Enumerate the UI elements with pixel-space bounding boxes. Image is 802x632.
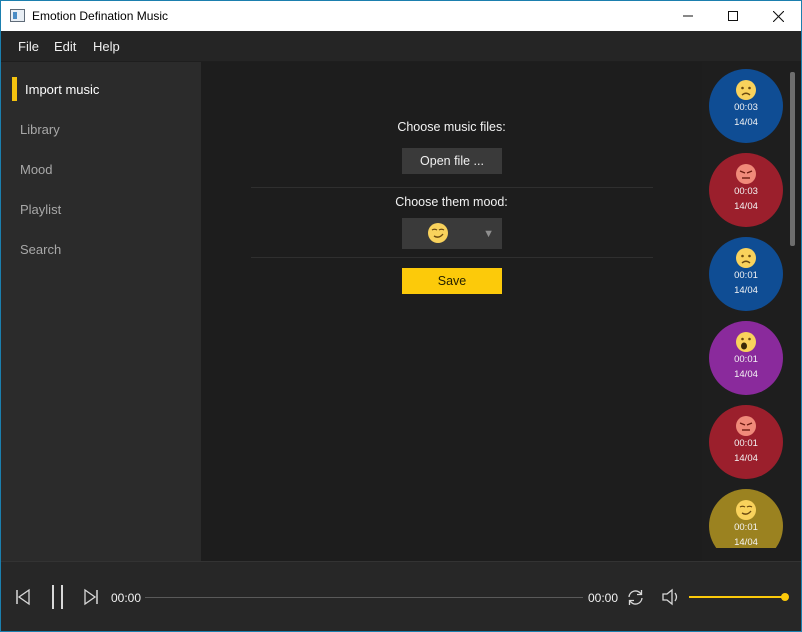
minimize-button[interactable] [665,1,711,31]
mood-select[interactable]: ▼ [402,218,502,249]
sidebar-item-library[interactable]: Library [20,122,60,137]
open-file-button[interactable]: Open file ... [402,148,502,174]
history-date: 14/04 [734,117,758,128]
seek-slider[interactable] [145,597,583,598]
close-button[interactable] [755,1,801,31]
history-date: 14/04 [734,537,758,548]
sidebar-item-mood[interactable]: Mood [20,162,53,177]
history-item[interactable]: 00:01 14/04 [709,237,783,311]
sidebar: Import music Library Mood Playlist Searc… [1,62,201,561]
maximize-icon [728,11,738,21]
history-duration: 00:01 [734,438,758,449]
minimize-icon [683,15,693,17]
repeat-button[interactable] [626,588,645,610]
volume-slider-thumb[interactable] [781,593,789,601]
current-time: 00:00 [111,591,142,605]
surprised-face-icon [735,331,757,356]
volume-button[interactable] [661,588,681,609]
close-icon [772,10,784,22]
divider [251,257,653,258]
title-bar: Emotion Defination Music [1,1,801,31]
history-duration: 00:01 [734,270,758,281]
choose-files-label: Choose music files: [397,120,506,134]
skip-back-icon [16,588,30,606]
speaker-icon [662,588,678,606]
history-scrollbar[interactable] [790,72,795,246]
history-item[interactable]: 00:03 14/04 [709,153,783,227]
import-panel: Choose music files: Open file ... Choose… [201,62,702,561]
next-track-button[interactable] [83,588,99,609]
app-icon [10,9,25,22]
skip-forward-icon [84,588,98,606]
history-date: 14/04 [734,369,758,380]
menu-file[interactable]: File [18,39,39,54]
pause-button[interactable] [50,584,66,613]
history-date: 14/04 [734,285,758,296]
repeat-icon [628,590,643,605]
menu-help[interactable]: Help [93,39,120,54]
maximize-button[interactable] [710,1,756,31]
sad-face-icon [735,247,757,272]
history-duration: 00:01 [734,522,758,533]
history-item[interactable]: 00:03 14/04 [709,69,783,143]
history-panel: 00:03 14/04 00:03 14/04 00:01 14/04 00:0… [702,62,801,548]
angry-face-icon [735,163,757,188]
previous-track-button[interactable] [15,588,31,609]
save-button[interactable]: Save [402,268,502,294]
angry-face-icon [735,415,757,440]
menu-edit[interactable]: Edit [54,39,76,54]
history-date: 14/04 [734,453,758,464]
history-item[interactable]: 00:01 14/04 [709,489,783,548]
history-duration: 00:03 [734,186,758,197]
chevron-down-icon: ▼ [483,228,494,240]
volume-slider[interactable] [689,596,785,598]
app-window: Emotion Defination Music File Edit Help … [0,0,802,632]
history-duration: 00:03 [734,102,758,113]
window-title: Emotion Defination Music [32,9,169,23]
history-duration: 00:01 [734,354,758,365]
sidebar-item-import-music[interactable]: Import music [25,82,99,97]
divider [251,187,653,188]
active-nav-indicator [12,77,17,101]
total-time: 00:00 [588,591,619,605]
history-item[interactable]: 00:01 14/04 [709,321,783,395]
sidebar-item-playlist[interactable]: Playlist [20,202,61,217]
pause-icon [52,585,63,609]
sidebar-item-search[interactable]: Search [20,242,61,257]
sad-face-icon [735,79,757,104]
choose-mood-label: Choose them mood: [395,195,508,209]
player-bar: 00:00 00:00 [1,561,801,631]
smirk-face-icon [427,222,449,247]
history-date: 14/04 [734,201,758,212]
menu-bar: File Edit Help [1,31,801,61]
history-item[interactable]: 00:01 14/04 [709,405,783,479]
smirk-face-icon [735,499,757,524]
